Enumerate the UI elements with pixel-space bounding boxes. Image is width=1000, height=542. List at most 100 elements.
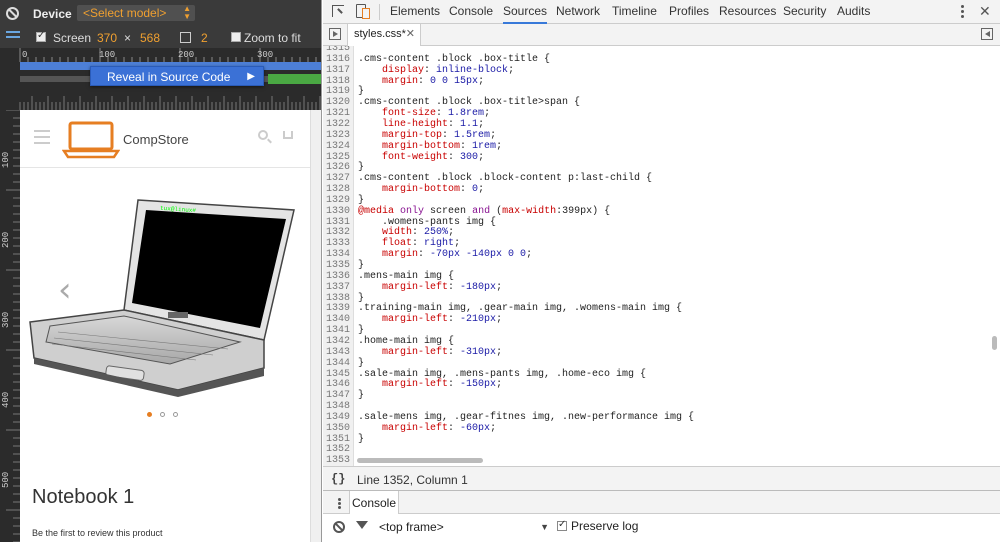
line-number[interactable]: 1339 <box>323 303 352 314</box>
toggle-navigator-icon[interactable] <box>329 28 341 40</box>
carousel-dot[interactable] <box>147 412 152 417</box>
carousel-dot[interactable] <box>173 412 178 417</box>
model-select[interactable]: <Select model> ▲ ▼ <box>77 5 195 21</box>
media-queries-icon[interactable] <box>6 31 20 43</box>
preserve-log-checkbox[interactable] <box>557 519 567 531</box>
pretty-print-icon[interactable]: {} <box>331 472 345 486</box>
line-number[interactable]: 1328 <box>323 184 352 195</box>
file-tab-styles[interactable]: styles.css* ✕ <box>347 24 421 46</box>
line-number[interactable]: 1332 <box>323 227 352 238</box>
line-number[interactable]: 1319 <box>323 86 352 97</box>
tab-timeline[interactable]: Timeline <box>612 0 657 24</box>
device-pixel-ratio-field[interactable]: 2 <box>201 31 208 45</box>
tab-sources[interactable]: Sources <box>503 0 548 24</box>
tab-console[interactable]: Console <box>449 0 493 24</box>
zoom-to-fit-checkbox[interactable] <box>231 32 241 42</box>
ruler-left-label: 300 <box>1 311 11 328</box>
cart-icon[interactable] <box>283 131 293 139</box>
close-tab-icon[interactable]: ✕ <box>406 24 415 45</box>
close-icon[interactable]: ✕ <box>979 3 991 20</box>
line-number[interactable]: 1346 <box>323 379 352 390</box>
line-number[interactable]: 1330 <box>323 206 352 217</box>
line-number[interactable]: 1322 <box>323 119 352 130</box>
tab-profiles[interactable]: Profiles <box>669 0 709 24</box>
line-number[interactable]: 1341 <box>323 325 352 336</box>
line-number[interactable]: 1351 <box>323 434 352 445</box>
code-line: 1352 <box>323 444 1000 455</box>
line-number[interactable]: 1350 <box>323 423 352 434</box>
media-query-bar-min-width[interactable] <box>268 74 321 84</box>
line-number[interactable]: 1353 <box>323 455 352 466</box>
menu-icon[interactable] <box>34 130 50 148</box>
line-number[interactable]: 1348 <box>323 401 352 412</box>
ruler-top-label: 0 <box>22 50 28 60</box>
screen-height-field[interactable]: 568 <box>140 31 160 45</box>
line-number[interactable]: 1323 <box>323 130 352 141</box>
carousel-dot[interactable] <box>160 412 165 417</box>
line-number[interactable]: 1316 <box>323 54 352 65</box>
carousel-prev-icon[interactable]: ‹ <box>58 270 72 310</box>
code-line: 1346 margin-left: -150px; <box>323 379 1000 390</box>
drawer-menu-icon[interactable] <box>338 498 341 510</box>
line-number[interactable]: 1342 <box>323 336 352 347</box>
device-mode-icon[interactable] <box>356 4 370 19</box>
reveal-in-source-menu-item[interactable]: Reveal in Source Code ▶ <box>90 66 264 86</box>
filter-icon[interactable] <box>356 521 368 529</box>
line-number[interactable]: 1321 <box>323 108 352 119</box>
tab-audits[interactable]: Audits <box>837 0 870 24</box>
line-number[interactable]: 1340 <box>323 314 352 325</box>
viewport-scrollbar[interactable] <box>310 110 321 542</box>
times-sign: × <box>124 31 132 45</box>
tab-elements[interactable]: Elements <box>390 0 440 24</box>
toggle-debugger-icon[interactable] <box>981 28 993 40</box>
console-toolbar: <top frame> ▼ Preserve log <box>323 514 1000 542</box>
line-number[interactable]: 1325 <box>323 152 352 163</box>
line-number[interactable]: 1331 <box>323 217 352 228</box>
code-horizontal-scroll-thumb[interactable] <box>357 458 483 463</box>
code-editor[interactable]: 1315 1316 .cms-content .block .box-title {… <box>323 46 1000 466</box>
line-number[interactable]: 1338 <box>323 293 352 304</box>
line-number[interactable]: 1337 <box>323 282 352 293</box>
line-number[interactable]: 1333 <box>323 238 352 249</box>
logo-text[interactable]: CompStore <box>123 132 189 147</box>
line-number[interactable]: 1320 <box>323 97 352 108</box>
more-menu-icon[interactable] <box>961 5 964 20</box>
code-text: } <box>358 162 365 174</box>
inspect-element-icon[interactable] <box>332 5 344 17</box>
code-vertical-scroll-thumb[interactable] <box>992 336 997 350</box>
screen-checkbox[interactable] <box>36 30 46 42</box>
line-number[interactable]: 1343 <box>323 347 352 358</box>
line-number[interactable]: 1324 <box>323 141 352 152</box>
line-number[interactable]: 1336 <box>323 271 352 282</box>
search-icon[interactable] <box>258 130 268 140</box>
frame-select[interactable]: <top frame> ▼ <box>379 519 549 535</box>
line-number[interactable]: 1334 <box>323 249 352 260</box>
tab-resources[interactable]: Resources <box>719 0 776 24</box>
drawer-tab-console[interactable]: Console <box>349 491 399 515</box>
emulated-viewport[interactable]: CompStore tux@linux# ‹ Notebook 1 Be the… <box>20 110 310 542</box>
code-text: margin-left: -210px; <box>382 314 503 326</box>
tab-security[interactable]: Security <box>783 0 826 24</box>
code-text: margin-left: -180px; <box>382 281 503 293</box>
line-number[interactable]: 1315 <box>323 46 352 54</box>
screen-width-field[interactable]: 370 <box>97 31 117 45</box>
line-number[interactable]: 1349 <box>323 412 352 423</box>
code-line: 1351} <box>323 434 1000 445</box>
line-number[interactable]: 1327 <box>323 173 352 184</box>
line-number[interactable]: 1329 <box>323 195 352 206</box>
line-number[interactable]: 1344 <box>323 358 352 369</box>
review-link[interactable]: Be the first to review this product <box>32 528 163 538</box>
clear-console-icon[interactable] <box>333 521 345 533</box>
code-text: font-weight: 300; <box>382 151 485 163</box>
line-number[interactable]: 1326 <box>323 162 352 173</box>
tab-network[interactable]: Network <box>556 0 600 24</box>
line-number[interactable]: 1347 <box>323 390 352 401</box>
code-vertical-scrollbar[interactable] <box>989 46 1000 466</box>
line-number[interactable]: 1317 <box>323 65 352 76</box>
disable-emulation-icon[interactable] <box>6 7 19 20</box>
line-number[interactable]: 1345 <box>323 369 352 380</box>
logo-laptop-icon[interactable] <box>62 121 120 159</box>
line-number[interactable]: 1318 <box>323 76 352 87</box>
line-number[interactable]: 1335 <box>323 260 352 271</box>
line-number[interactable]: 1352 <box>323 444 352 455</box>
